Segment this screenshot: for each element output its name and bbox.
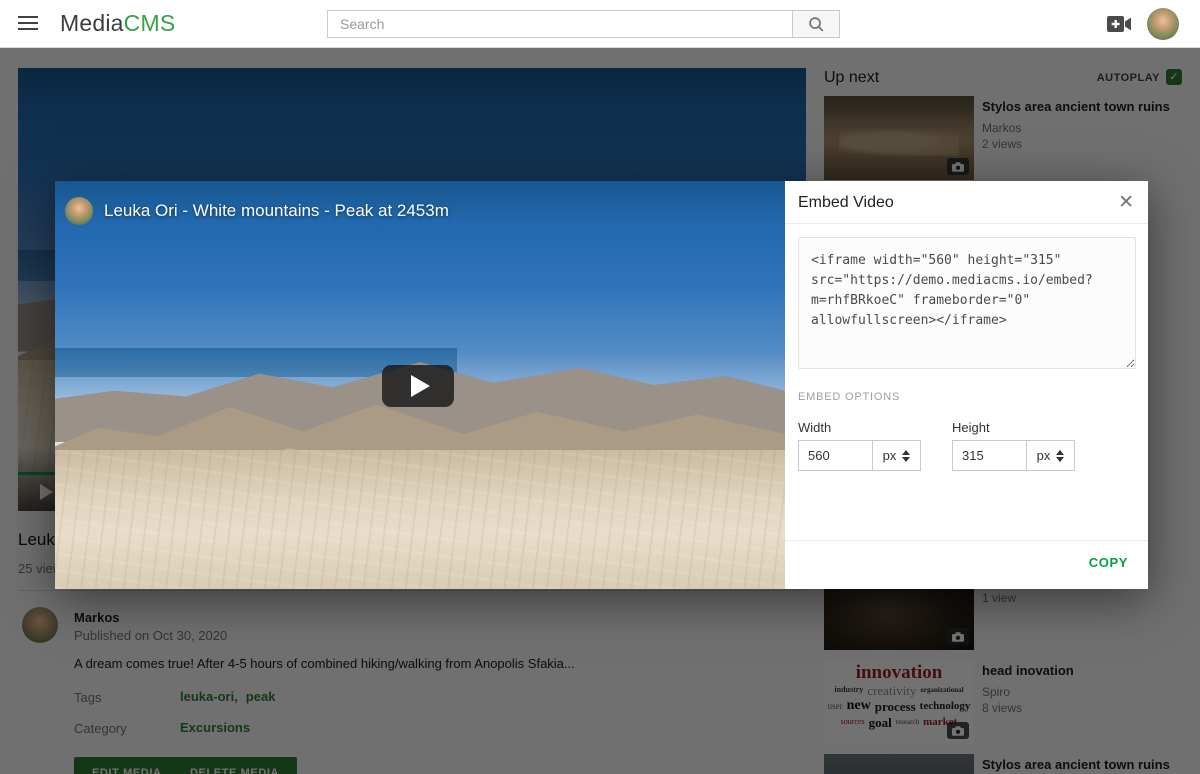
- width-field-group: px: [798, 440, 921, 471]
- spinner-icon: [902, 450, 910, 462]
- unit-label: px: [1037, 448, 1051, 463]
- embed-panel: Embed Video ✕ <iframe width="560" height…: [785, 181, 1148, 589]
- search-icon: [808, 16, 825, 33]
- embed-video-modal: Leuka Ori - White mountains - Peak at 24…: [55, 181, 1148, 589]
- video-plus-icon: [1106, 13, 1132, 35]
- height-label: Height: [952, 420, 990, 435]
- search-bar: [327, 10, 840, 38]
- preview-play-button[interactable]: [382, 365, 454, 407]
- embed-options-label: EMBED OPTIONS: [798, 391, 900, 403]
- top-header: MediaCMS: [0, 0, 1200, 48]
- height-input[interactable]: [952, 440, 1027, 471]
- width-unit-select[interactable]: px: [873, 440, 921, 471]
- play-icon: [411, 375, 430, 397]
- foreground-graphic: [55, 450, 785, 589]
- menu-icon[interactable]: [18, 16, 38, 32]
- unit-label: px: [883, 448, 897, 463]
- preview-video-title: Leuka Ori - White mountains - Peak at 24…: [104, 201, 449, 221]
- width-input[interactable]: [798, 440, 873, 471]
- embed-preview-player[interactable]: Leuka Ori - White mountains - Peak at 24…: [55, 181, 785, 589]
- copy-button[interactable]: COPY: [1089, 555, 1128, 570]
- divider: [785, 223, 1148, 224]
- mediacms-app: MediaCMS Leuka Ori - White moun: [0, 0, 1200, 774]
- embed-code-textarea[interactable]: <iframe width="560" height="315" src="ht…: [798, 237, 1136, 369]
- spinner-icon: [1056, 450, 1064, 462]
- user-avatar[interactable]: [1147, 8, 1179, 40]
- logo[interactable]: MediaCMS: [60, 10, 175, 37]
- modal-title: Embed Video: [798, 194, 894, 212]
- logo-part1: Media: [60, 10, 124, 36]
- search-button[interactable]: [792, 10, 840, 38]
- close-icon[interactable]: ✕: [1118, 192, 1134, 214]
- height-field-group: px: [952, 440, 1075, 471]
- divider: [785, 540, 1148, 541]
- width-label: Width: [798, 420, 831, 435]
- preview-author-avatar: [65, 197, 93, 225]
- height-unit-select[interactable]: px: [1027, 440, 1075, 471]
- upload-video-icon[interactable]: [1106, 13, 1132, 35]
- logo-part2: CMS: [124, 10, 176, 36]
- search-input[interactable]: [327, 10, 792, 38]
